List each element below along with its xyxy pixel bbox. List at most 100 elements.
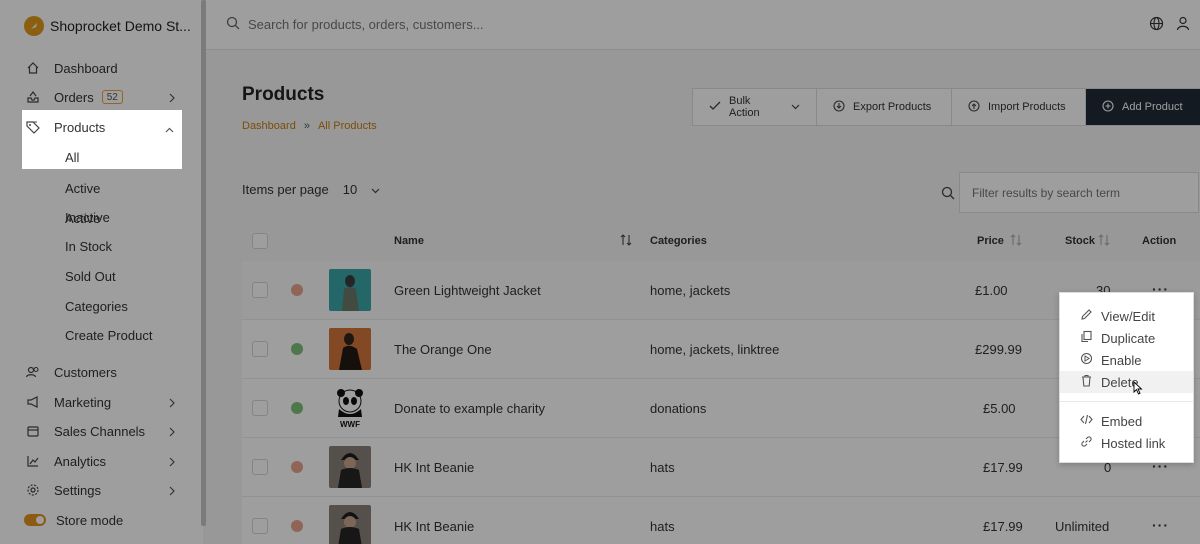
row-actions-menu: View/Edit Duplicate Enable Delete Embed … — [1059, 292, 1194, 463]
sort-icon[interactable] — [1010, 233, 1022, 250]
sidebar-sub-inactive[interactable]: Inactive — [65, 205, 110, 229]
row-checkbox[interactable] — [252, 518, 268, 534]
table-row[interactable]: The Orange One home, jackets, linktree £… — [242, 320, 1200, 379]
store-mode-toggle[interactable] — [24, 514, 46, 526]
sidebar-item-label: Marketing — [54, 394, 112, 410]
bulk-action-button[interactable]: Bulk Action — [693, 89, 817, 125]
sort-icon[interactable] — [1098, 233, 1110, 250]
download-icon — [833, 99, 845, 115]
sidebar-item-label: Orders — [54, 89, 94, 105]
product-name[interactable]: Green Lightweight Jacket — [394, 283, 541, 298]
row-checkbox[interactable] — [252, 282, 268, 298]
sidebar-scrollbar[interactable] — [201, 0, 206, 526]
sub-label: Create Product — [65, 327, 153, 343]
add-product-button[interactable]: Add Product — [1086, 89, 1200, 125]
table-row[interactable]: WWF Donate to example charity donations … — [242, 379, 1200, 438]
column-name[interactable]: Name — [394, 235, 424, 247]
menu-delete[interactable]: Delete — [1060, 371, 1193, 393]
items-per-page-select[interactable]: 10 — [343, 182, 380, 197]
sidebar-item-label: Analytics — [54, 453, 107, 469]
table-header: Name Categories Price Stock Action — [242, 222, 1200, 260]
import-products-button[interactable]: Import Products — [952, 89, 1086, 125]
product-stock: Unlimited — [1055, 519, 1110, 534]
global-search[interactable] — [226, 16, 648, 33]
panda-logo-thumbnail[interactable]: WWF — [329, 387, 371, 429]
column-action: Action — [1142, 235, 1177, 247]
menu-enable[interactable]: Enable — [1060, 349, 1193, 371]
sub-label: Sold Out — [65, 268, 116, 284]
export-products-button[interactable]: Export Products — [817, 89, 952, 125]
product-thumbnail[interactable] — [329, 269, 371, 311]
more-actions-icon[interactable]: ··· — [1152, 517, 1169, 533]
check-icon — [709, 100, 721, 115]
column-categories[interactable]: Categories — [650, 235, 707, 247]
breadcrumb-dashboard[interactable]: Dashboard — [242, 120, 296, 132]
rocket-logo-icon — [24, 16, 44, 36]
sidebar-item-label: Settings — [54, 482, 101, 498]
import-label: Import Products — [988, 101, 1066, 113]
menu-view-edit[interactable]: View/Edit — [1060, 305, 1193, 327]
filter-field[interactable] — [959, 172, 1199, 213]
search-icon — [226, 16, 240, 33]
column-stock[interactable]: Stock — [1065, 235, 1095, 247]
sidebar-sub-all[interactable]: All — [65, 150, 79, 165]
sidebar-item-label: Sales Channels — [54, 423, 146, 439]
copy-icon — [1080, 330, 1093, 346]
product-thumbnail[interactable] — [329, 505, 371, 544]
sidebar-item-sales-channels[interactable]: Sales Channels — [24, 419, 184, 443]
chevron-right-icon — [168, 455, 176, 470]
users-icon — [24, 363, 42, 381]
user-icon[interactable] — [1176, 16, 1190, 34]
product-name[interactable]: HK Int Beanie — [394, 519, 474, 534]
product-thumbnail[interactable] — [329, 328, 371, 370]
link-icon — [1080, 435, 1093, 451]
column-price[interactable]: Price — [977, 235, 1004, 247]
sidebar-sub-active-item[interactable]: Active — [65, 176, 100, 200]
sub-label: Inactive — [65, 209, 110, 225]
product-thumbnail[interactable] — [329, 446, 371, 488]
sidebar-item-products[interactable]: Products — [24, 116, 180, 138]
sidebar-item-customers[interactable]: Customers — [24, 360, 184, 384]
items-per-page-label: Items per page — [242, 182, 329, 197]
brand[interactable]: Shoprocket Demo St... — [24, 16, 191, 36]
play-circle-icon — [1080, 352, 1093, 368]
sidebar-sub-categories[interactable]: Categories — [65, 294, 128, 318]
orders-count-badge: 52 — [101, 90, 123, 104]
sub-label: In Stock — [65, 238, 112, 254]
product-name[interactable]: Donate to example charity — [394, 401, 545, 416]
filter-input[interactable] — [972, 185, 1186, 200]
sidebar-sub-sold-out[interactable]: Sold Out — [65, 264, 116, 288]
menu-embed[interactable]: Embed — [1060, 410, 1193, 432]
table-row[interactable]: HK Int Beanie hats £17.99 0 ··· — [242, 438, 1200, 497]
pencil-icon — [1080, 308, 1093, 324]
breadcrumb-current[interactable]: All Products — [318, 120, 377, 132]
sort-icon[interactable] — [620, 233, 632, 250]
globe-icon[interactable] — [1149, 16, 1164, 34]
select-all-checkbox[interactable] — [252, 233, 268, 249]
sidebar-item-marketing[interactable]: Marketing — [24, 390, 184, 414]
add-product-label: Add Product — [1122, 101, 1183, 113]
sidebar-item-dashboard[interactable]: Dashboard — [24, 56, 184, 80]
sidebar-sub-create-product[interactable]: Create Product — [65, 323, 152, 347]
code-icon — [1080, 413, 1093, 429]
sidebar-item-settings[interactable]: Settings — [24, 478, 184, 502]
status-dot — [291, 402, 303, 414]
menu-label: Embed — [1101, 413, 1143, 429]
table-row[interactable]: HK Int Beanie hats £17.99 Unlimited ··· — [242, 497, 1200, 544]
chevron-right-icon — [168, 396, 176, 411]
row-checkbox[interactable] — [252, 459, 268, 475]
sidebar-item-analytics[interactable]: Analytics — [24, 449, 184, 473]
status-dot — [291, 461, 303, 473]
sidebar-item-store-mode[interactable]: Store mode — [24, 508, 184, 532]
global-search-input[interactable] — [248, 17, 648, 32]
sidebar-sub-in-stock[interactable]: In Stock — [65, 234, 112, 258]
menu-hosted-link[interactable]: Hosted link — [1060, 432, 1193, 454]
row-checkbox[interactable] — [252, 341, 268, 357]
product-name[interactable]: HK Int Beanie — [394, 460, 474, 475]
product-name[interactable]: The Orange One — [394, 342, 492, 357]
menu-label: Duplicate — [1101, 330, 1156, 346]
row-checkbox[interactable] — [252, 400, 268, 416]
table-row[interactable]: Green Lightweight Jacket home, jackets £… — [242, 261, 1200, 320]
sidebar-item-orders[interactable]: Orders 52 — [24, 85, 184, 109]
menu-duplicate[interactable]: Duplicate — [1060, 327, 1193, 349]
